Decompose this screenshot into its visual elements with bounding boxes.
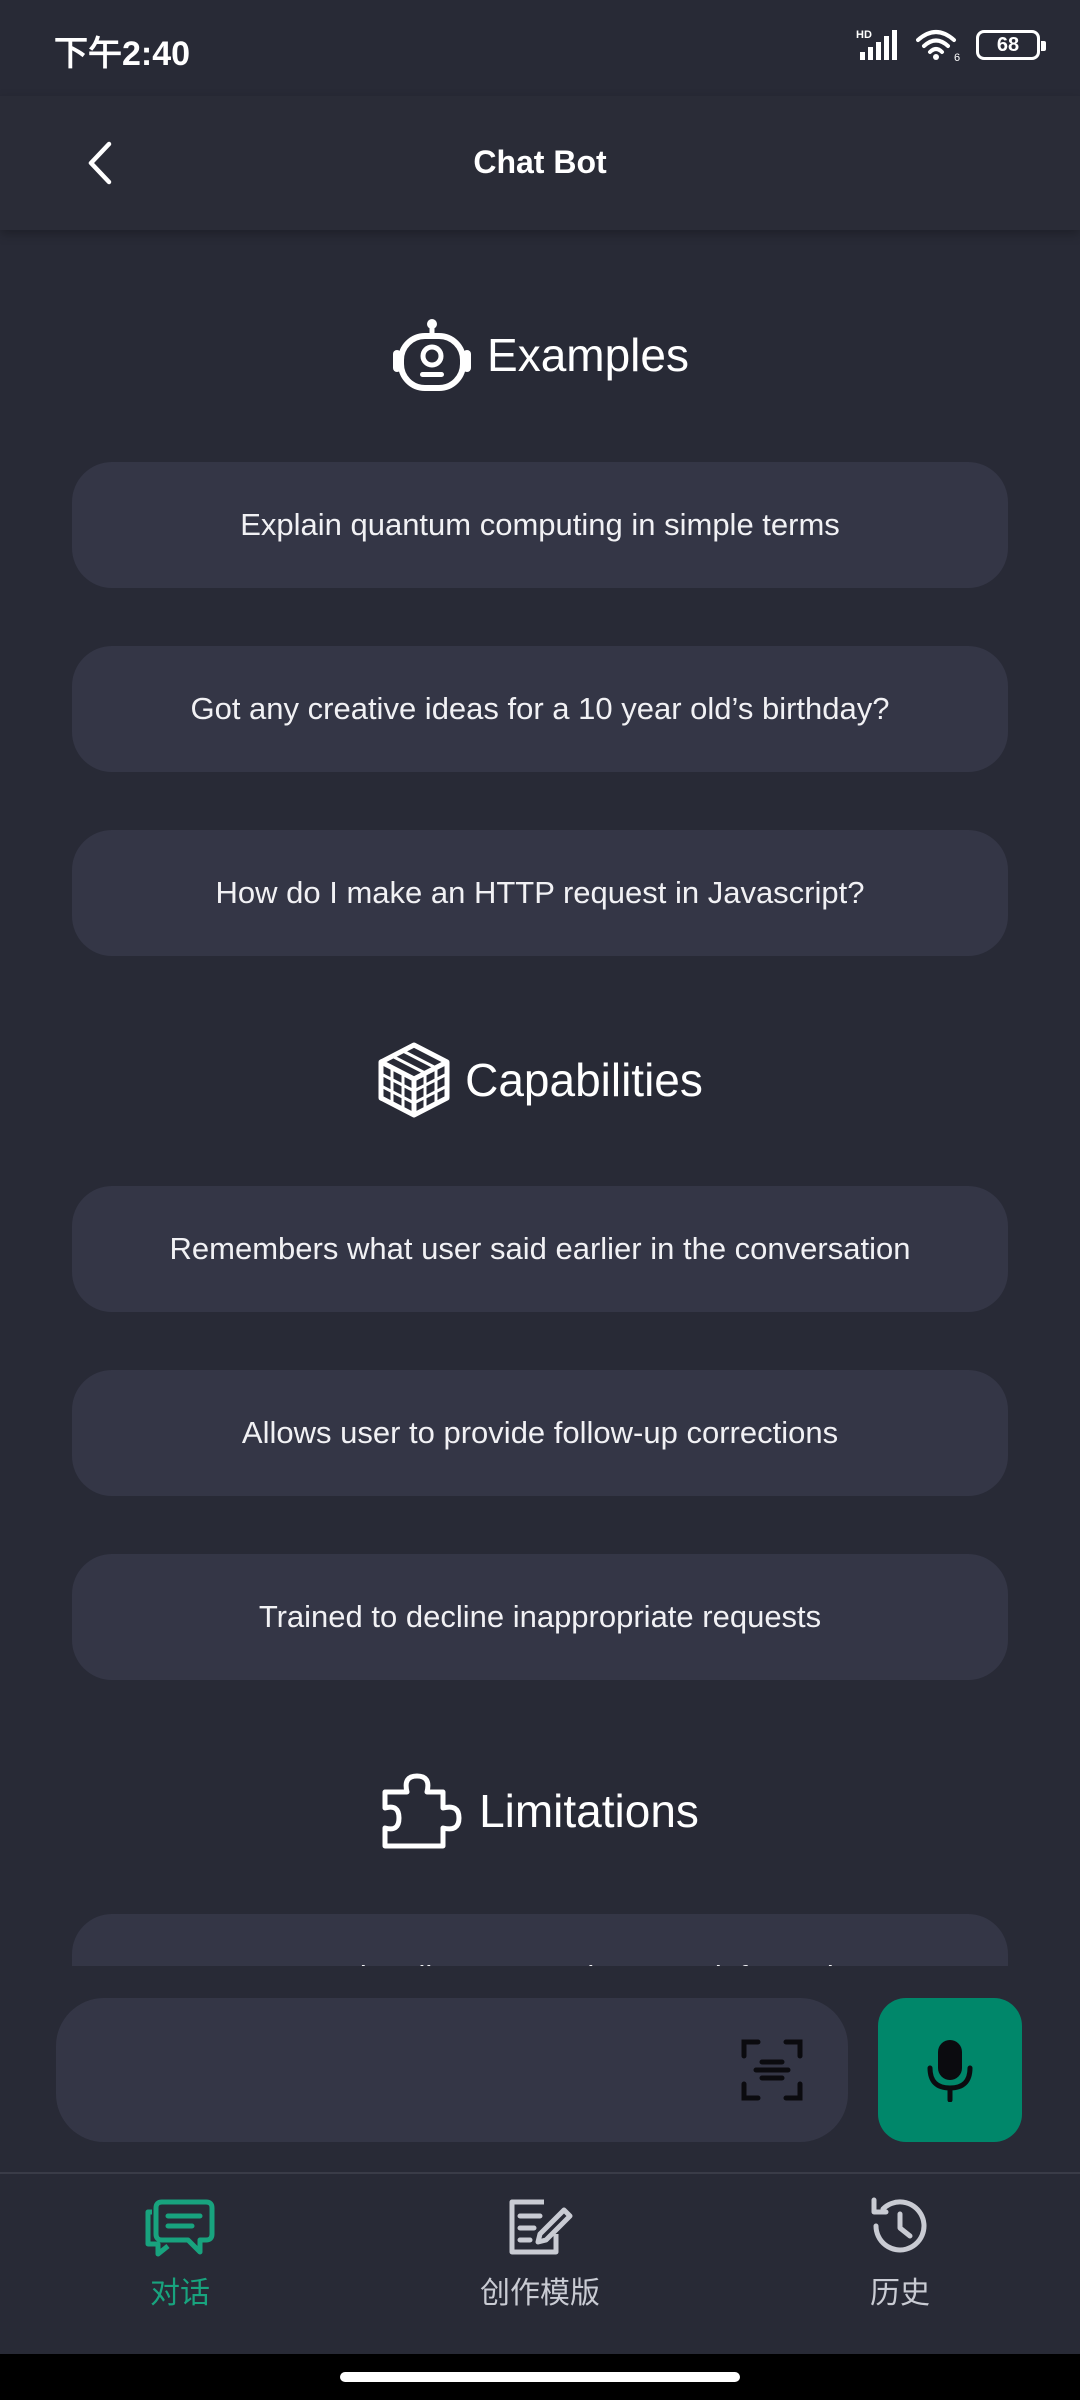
wifi-badge: 6	[954, 52, 960, 62]
history-icon	[871, 2197, 927, 2253]
nav-item-history[interactable]: 历史	[780, 2194, 1020, 2312]
example-card-3[interactable]: How do I make an HTTP request in Javascr…	[72, 830, 1008, 956]
section-header-examples: Examples	[0, 318, 1080, 392]
nav-label-chat: 对话	[150, 2277, 210, 2310]
app-bar: Chat Bot	[0, 96, 1080, 230]
status-time: 下午2:40	[54, 35, 191, 73]
message-input-field[interactable]	[56, 1998, 848, 2142]
status-bar: 下午2:40 HD 6 68	[0, 0, 1080, 96]
robot-icon	[393, 319, 472, 391]
cellular-signal-icon: HD	[856, 29, 897, 60]
scan-text-icon[interactable]	[740, 2038, 804, 2102]
wifi-icon: 6	[916, 30, 960, 62]
section-title-capabilities: Capabilities	[465, 1054, 703, 1106]
section-header-capabilities: Capabilities	[0, 1042, 1080, 1118]
nav-item-templates[interactable]: 创作模版	[420, 2194, 660, 2312]
home-gesture-bar[interactable]	[340, 2372, 740, 2382]
voice-input-button[interactable]	[878, 1998, 1022, 2142]
bottom-nav: 对话 创作模版 历史	[0, 2174, 1080, 2354]
example-card-1[interactable]: Explain quantum computing in simple term…	[72, 462, 1008, 588]
nav-label-templates: 创作模版	[480, 2277, 600, 2310]
section-title-examples: Examples	[487, 329, 689, 381]
page-title: Chat Bot	[473, 144, 607, 180]
status-icons: HD 6 68	[856, 28, 1046, 62]
section-title-limitations: Limitations	[479, 1785, 699, 1837]
signal-badge: HD	[856, 29, 872, 41]
puzzle-icon	[382, 1773, 462, 1849]
limitation-card-1[interactable]: May occasionally generate incorrect info…	[72, 1914, 1008, 1966]
capability-card-3[interactable]: Trained to decline inappropriate request…	[72, 1554, 1008, 1680]
microphone-icon	[927, 2040, 973, 2102]
capability-card-1[interactable]: Remembers what user said earlier in the …	[72, 1186, 1008, 1312]
nav-item-chat[interactable]: 对话	[60, 2194, 300, 2312]
battery-indicator: 68	[976, 30, 1046, 60]
edit-document-icon	[509, 2199, 573, 2255]
capability-card-2[interactable]: Allows user to provide follow-up correct…	[72, 1370, 1008, 1496]
gesture-area	[0, 2354, 1080, 2400]
content-area[interactable]: Examples Explain quantum computing in si…	[0, 230, 1080, 1966]
section-header-limitations: Limitations	[0, 1770, 1080, 1852]
cube-icon	[378, 1042, 450, 1118]
chat-icon	[145, 2199, 215, 2257]
example-card-2[interactable]: Got any creative ideas for a 10 year old…	[72, 646, 1008, 772]
nav-label-history: 历史	[870, 2277, 930, 2310]
